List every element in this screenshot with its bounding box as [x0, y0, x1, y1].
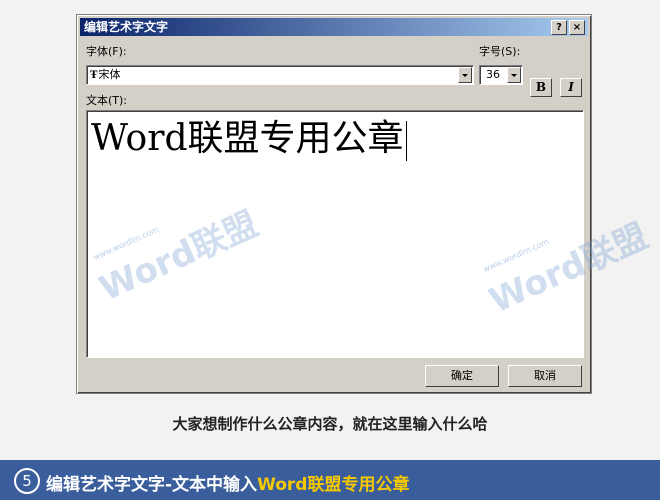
step-text-highlight: Word联盟专用公章	[257, 475, 410, 495]
truetype-font-icon: Ŧ	[90, 70, 98, 81]
font-value: Ŧ宋体	[90, 68, 120, 83]
watermark-logo-right: Word联盟	[483, 216, 655, 322]
step-footer: 5 编辑艺术字文字-文本中输入Word联盟专用公章	[0, 460, 660, 500]
edit-wordart-dialog: 编辑艺术字文字 ? × 字体(F): Ŧ宋体 字号(S): 36 B I 文本(…	[76, 14, 654, 394]
watermark-right: www.wordlm.com Word联盟	[480, 209, 654, 322]
text-caret	[405, 121, 407, 161]
font-name: 宋体	[98, 68, 121, 81]
close-button[interactable]: ×	[569, 20, 585, 35]
font-label: 字体(F):	[86, 45, 127, 58]
wordart-text-content: Word联盟专用公章	[91, 117, 407, 161]
ok-button[interactable]: 确定	[425, 365, 499, 387]
wordart-text-area[interactable]: Word联盟专用公章 www.wordlm.com Word联盟 www.wor…	[86, 110, 654, 358]
size-dropdown-arrow-icon[interactable]	[507, 67, 521, 83]
size-combobox[interactable]: 36	[479, 65, 523, 85]
size-value: 36	[486, 68, 500, 81]
help-button[interactable]: ?	[551, 20, 567, 35]
watermark-left: www.wordlm.com Word联盟	[90, 197, 264, 310]
font-dropdown-arrow-icon[interactable]	[458, 67, 472, 83]
text-label: 文本(T):	[86, 94, 128, 107]
step-number-badge: 5	[14, 468, 40, 494]
dialog-title: 编辑艺术字文字	[84, 20, 169, 34]
step-text-prefix: 编辑艺术字文字-文本中输入	[46, 475, 258, 495]
tutorial-caption: 大家想制作什么公章内容，就在这里输入什么哈	[172, 415, 488, 433]
wordart-text: Word联盟专用公章	[91, 118, 404, 159]
cancel-button[interactable]: 取消	[508, 365, 582, 387]
watermark-logo: Word联盟	[93, 204, 265, 310]
size-label: 字号(S):	[479, 45, 521, 58]
font-combobox[interactable]: Ŧ宋体	[86, 65, 474, 85]
bold-button[interactable]: B	[530, 78, 552, 97]
italic-button[interactable]: I	[560, 78, 582, 97]
step-description: 编辑艺术字文字-文本中输入Word联盟专用公章	[46, 470, 409, 495]
dialog-titlebar[interactable]: 编辑艺术字文字 ? ×	[80, 18, 588, 36]
